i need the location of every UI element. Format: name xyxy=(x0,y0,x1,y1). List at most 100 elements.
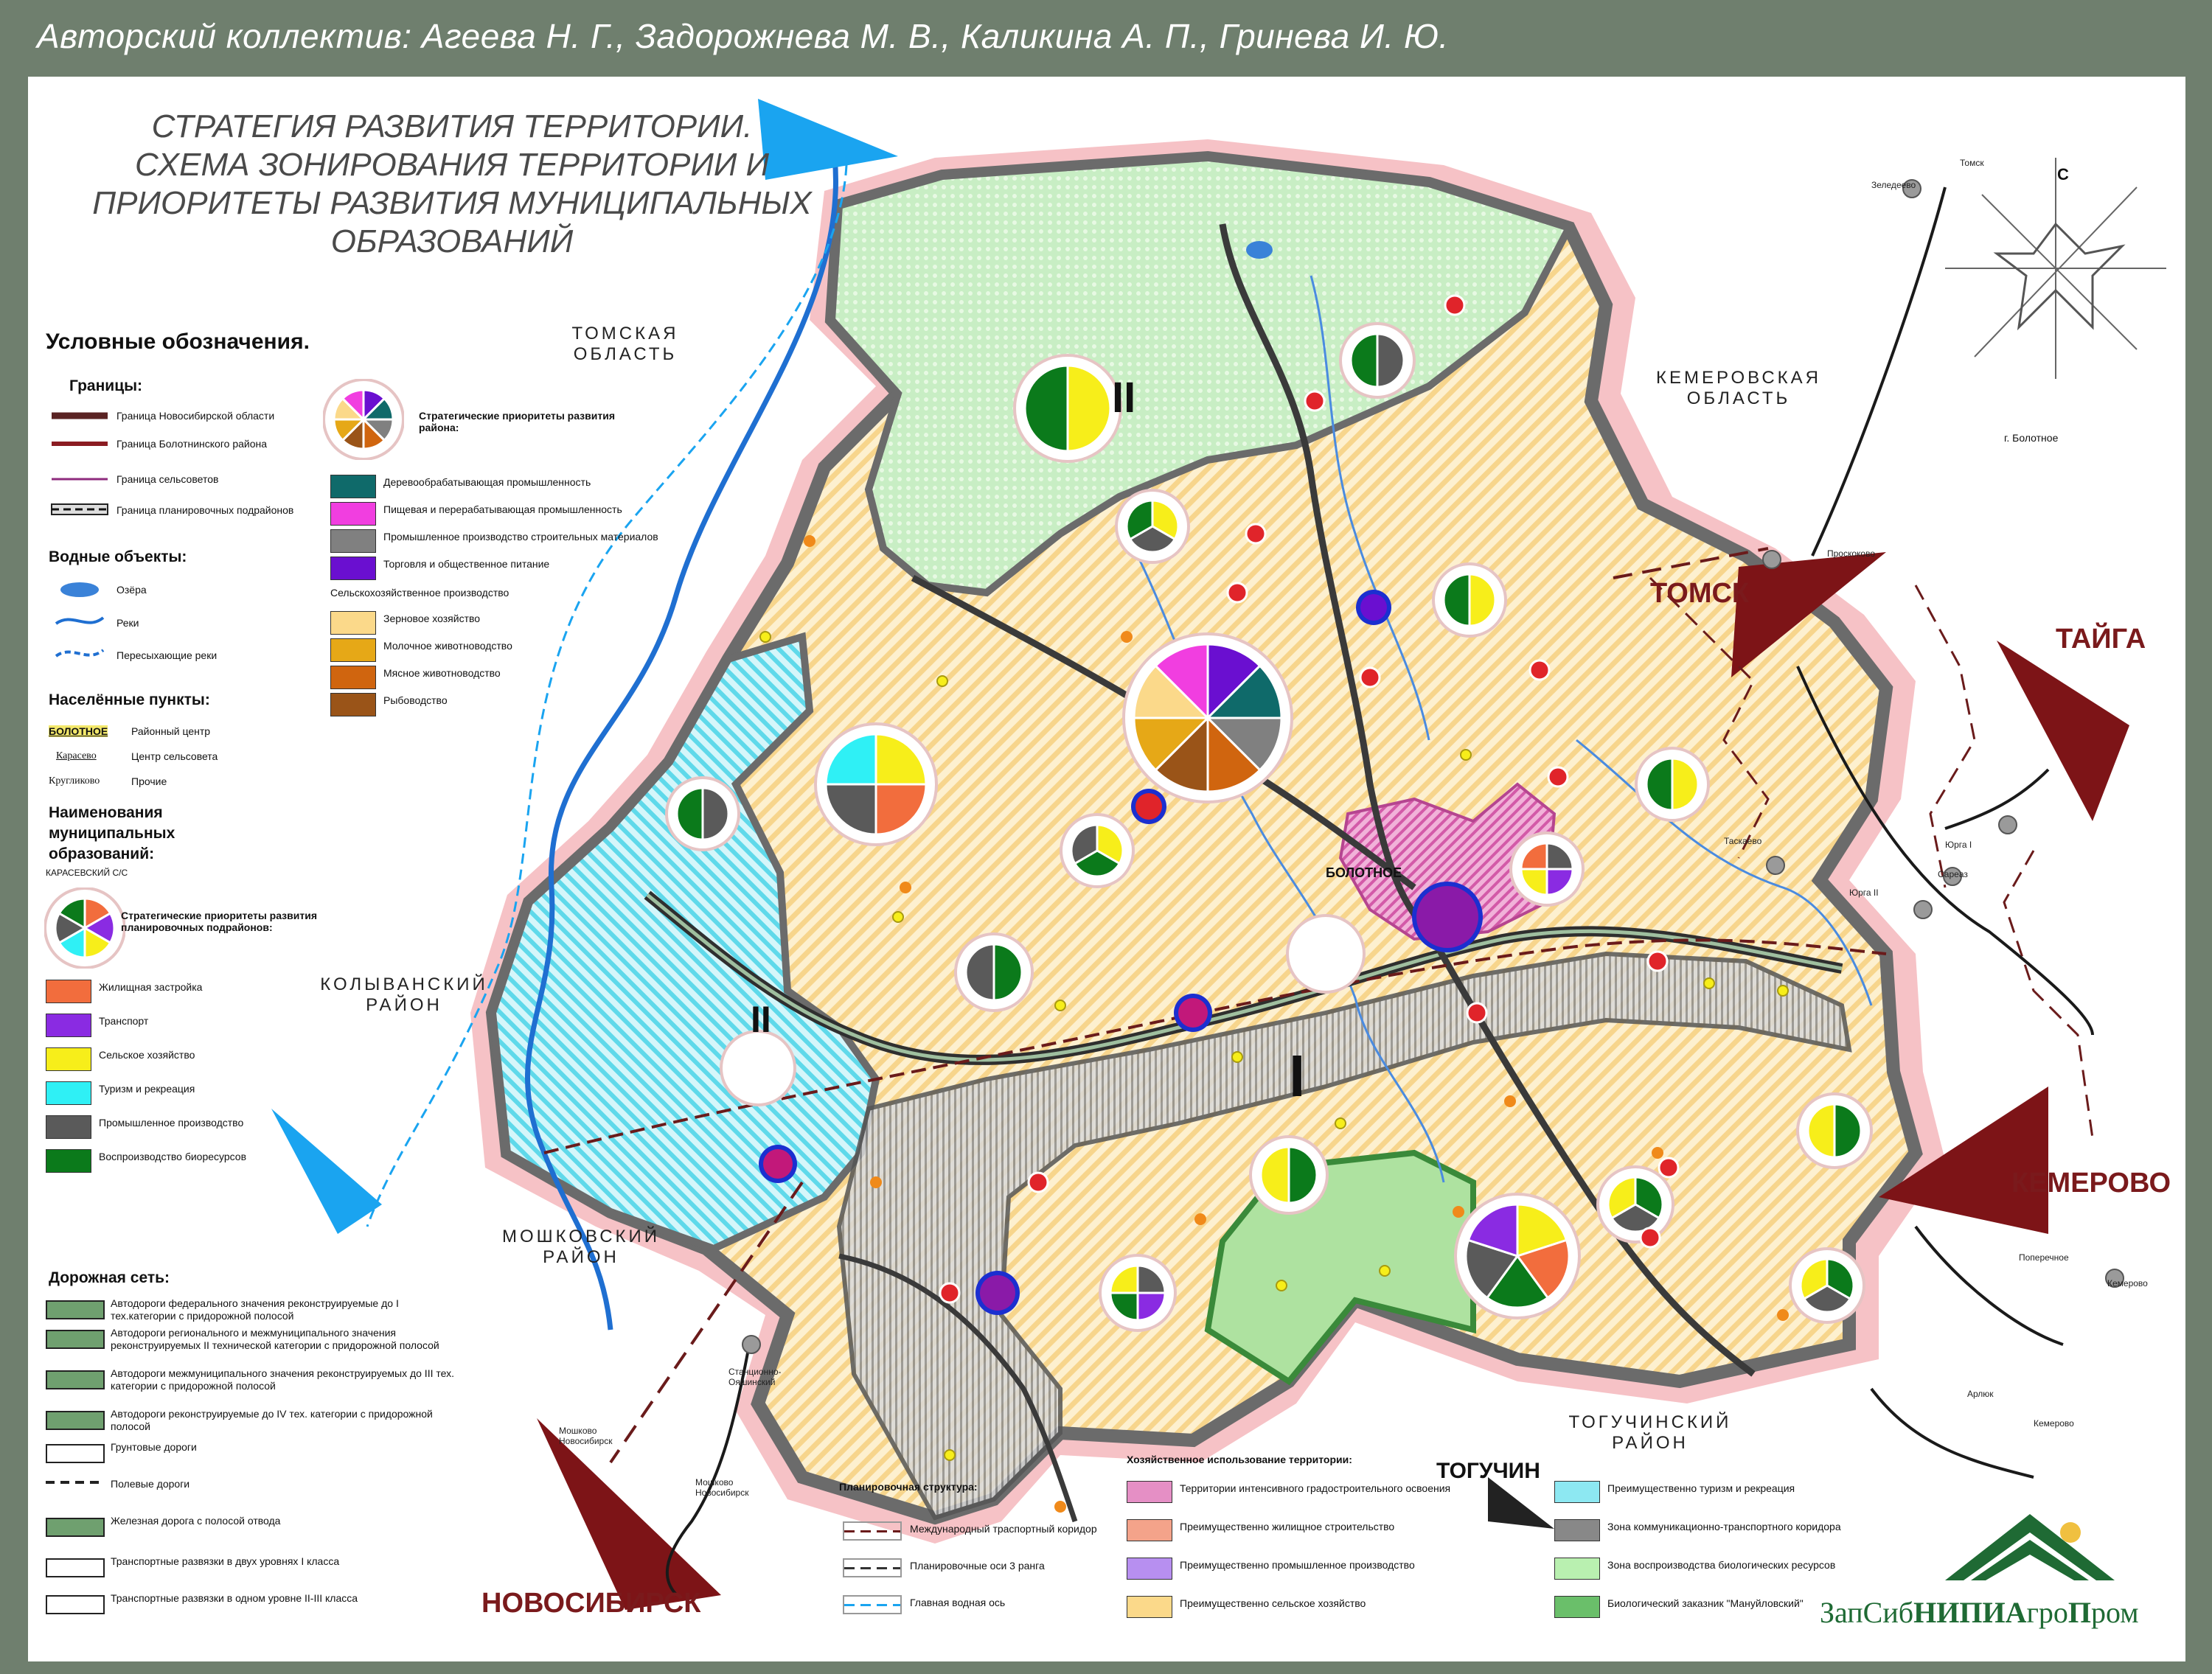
priority-pie xyxy=(1796,1092,1873,1169)
settlement-marker xyxy=(1054,1000,1066,1011)
settlement-marker xyxy=(1335,1117,1346,1129)
legend-district-heading: Стратегические приоритеты развития район… xyxy=(419,410,615,433)
legend-road-label: Полевые дороги xyxy=(111,1478,190,1490)
settlement-center-marker xyxy=(1245,523,1267,545)
legend-subdistrict-item-swatch xyxy=(46,1014,91,1037)
inset-road xyxy=(1870,1387,2034,1479)
legend-district-item-swatch xyxy=(330,666,376,689)
marker-fill xyxy=(1178,998,1208,1028)
legend-road-swatch xyxy=(46,1481,102,1484)
inset-town-marker xyxy=(1913,900,1933,919)
legend-road-label: Автодороги федерального значения реконст… xyxy=(111,1297,399,1322)
legend-mo-sample: КАРАСЕВСКИЙ С/С xyxy=(46,868,128,878)
legend-subdistrict-item-label: Туризм и рекреация xyxy=(99,1083,195,1095)
legend-planning-swatch xyxy=(843,1595,902,1614)
legend-border-1: Граница Новосибирской области xyxy=(116,410,275,422)
inset-town: Кемерово xyxy=(2034,1418,2074,1429)
priority-pie xyxy=(1013,354,1122,463)
settlement-center-marker xyxy=(1027,1171,1049,1193)
legend-road-label: Автодороги регионального и межмуниципаль… xyxy=(111,1327,439,1351)
legend-planning-label: Планировочные оси 3 ранга xyxy=(910,1560,1045,1572)
inset-town: Мошково Новосибирск xyxy=(559,1426,613,1446)
priority-pie xyxy=(1596,1165,1674,1244)
settlement-marker xyxy=(900,882,911,893)
legend-settlement-sample-2: Карасево xyxy=(56,750,97,761)
marker-fill xyxy=(763,1149,793,1179)
district-center-marker xyxy=(1174,994,1212,1032)
city-kemerovo: КЕМЕРОВО xyxy=(2011,1168,2171,1199)
legend-road-swatch xyxy=(46,1444,105,1463)
arrow-toguchin xyxy=(1488,1477,1554,1529)
legend-border-2: Граница Болотнинского района xyxy=(116,438,268,450)
legend-district-item-label: Молочное животноводство xyxy=(383,640,512,652)
subdistrict-numeral-2-west: II xyxy=(751,999,771,1040)
legend-subdistrict-item-label: Транспорт xyxy=(99,1015,149,1027)
wind-rose xyxy=(1945,158,2166,379)
legend-water-1: Озёра xyxy=(116,584,147,596)
inset-town: Сареаз xyxy=(1938,869,1968,879)
legend-district-item-swatch xyxy=(330,529,376,553)
priority-pie xyxy=(1635,747,1710,822)
priority-pie xyxy=(665,776,740,851)
legend-landuse-item-label: Преимущественно сельское хозяйство xyxy=(1180,1597,1366,1609)
authors-caption: Авторский коллектив: Агеева Н. Г., Задор… xyxy=(37,17,1449,55)
legend-planning-label: Главная водная ось xyxy=(910,1597,1006,1608)
district-center-marker xyxy=(1131,789,1166,824)
priority-pie xyxy=(720,1030,796,1106)
inset-town: Арлюк xyxy=(1967,1389,1994,1399)
priority-pie xyxy=(1432,562,1507,638)
legend-landuse-item-label: Преимущественно туризм и рекреация xyxy=(1607,1482,1795,1494)
title-line-3: ПРИОРИТЕТЫ РАЗВИТИЯ МУНИЦИПАЛЬНЫХ xyxy=(92,185,812,221)
priority-pie xyxy=(1122,632,1293,803)
settlement-marker xyxy=(759,631,771,643)
marker-fill xyxy=(1135,793,1162,820)
legend-district-item-label: Торговля и общественное питание xyxy=(383,558,550,570)
legend-district-item-label: Рыбоводство xyxy=(383,694,448,706)
legend-subdistrict-heading: Стратегические приоритеты развития плани… xyxy=(121,910,317,933)
company-logo-mark xyxy=(1945,1514,2115,1580)
legend-subdistrict-pie xyxy=(44,887,125,969)
inset-town-marker xyxy=(1766,856,1785,875)
inset-town: Кемерово xyxy=(2107,1278,2148,1288)
map-sheet: СТРАТЕГИЯ РАЗВИТИЯ ТЕРРИТОРИИ. СХЕМА ЗОН… xyxy=(28,77,2185,1661)
legend-pie xyxy=(323,379,404,460)
settlement-marker xyxy=(1231,1051,1243,1063)
inset-town: Юрга II xyxy=(1849,887,1879,898)
title-line-4: ОБРАЗОВАНИЙ xyxy=(330,223,574,259)
legend-settlement-label-3: Прочие xyxy=(131,775,167,787)
legend-district-item-swatch xyxy=(330,557,376,580)
legend-subdistrict-item-swatch xyxy=(46,1149,91,1173)
priority-pie xyxy=(1115,489,1190,564)
legend-landuse-item-swatch xyxy=(1127,1558,1172,1580)
settlement-center-marker xyxy=(1646,950,1669,972)
settlement-marker xyxy=(870,1176,882,1188)
inset-town: Зеледеево xyxy=(1871,180,1916,190)
legend-water-2: Реки xyxy=(116,617,139,629)
legend-district-item-swatch xyxy=(330,502,376,526)
legend-planning-label: Международный траспортный коридор xyxy=(910,1523,1097,1535)
legend-landuse-item-swatch xyxy=(1554,1481,1600,1503)
settlement-marker xyxy=(1777,985,1789,997)
settlement-center-marker xyxy=(1547,766,1569,788)
region-tomsk-oblast: ТОМСКАЯ ОБЛАСТЬ xyxy=(571,324,679,364)
legend-district-pie xyxy=(323,379,404,460)
legend-landuse-item-label: Преимущественно жилищное строительство xyxy=(1180,1521,1395,1532)
region-kemerovo-oblast: КЕМЕРОВСКАЯ ОБЛАСТЬ xyxy=(1656,368,1821,408)
district-center-label: БОЛОТНОЕ xyxy=(1326,865,1402,880)
legend-road-swatch xyxy=(46,1370,105,1389)
legend-border-samples xyxy=(51,412,108,515)
city-tomsk: ТОМСК xyxy=(1650,578,1750,609)
legend-road-swatch xyxy=(46,1300,105,1319)
legend-landuse-item-label: Зона воспроизводства биологических ресур… xyxy=(1607,1559,1836,1571)
inset-town-marker xyxy=(742,1335,761,1354)
legend-district-item-swatch xyxy=(330,611,376,635)
legend-road-swatch xyxy=(46,1330,105,1349)
legend-district-group-label: Сельскохозяйственное производство xyxy=(330,587,509,599)
map-title: СТРАТЕГИЯ РАЗВИТИЯ ТЕРРИТОРИИ. СХЕМА ЗОН… xyxy=(43,108,861,261)
legend-settlement-sample-1: БОЛОТНОЕ xyxy=(49,725,108,737)
legend-pie xyxy=(44,887,125,969)
legend-district-item-swatch xyxy=(330,475,376,498)
settlement-marker xyxy=(936,675,948,687)
region-moshkovo: МОШКОВСКИЙ РАЙОН xyxy=(501,1227,661,1267)
priority-pie xyxy=(1249,1135,1329,1215)
